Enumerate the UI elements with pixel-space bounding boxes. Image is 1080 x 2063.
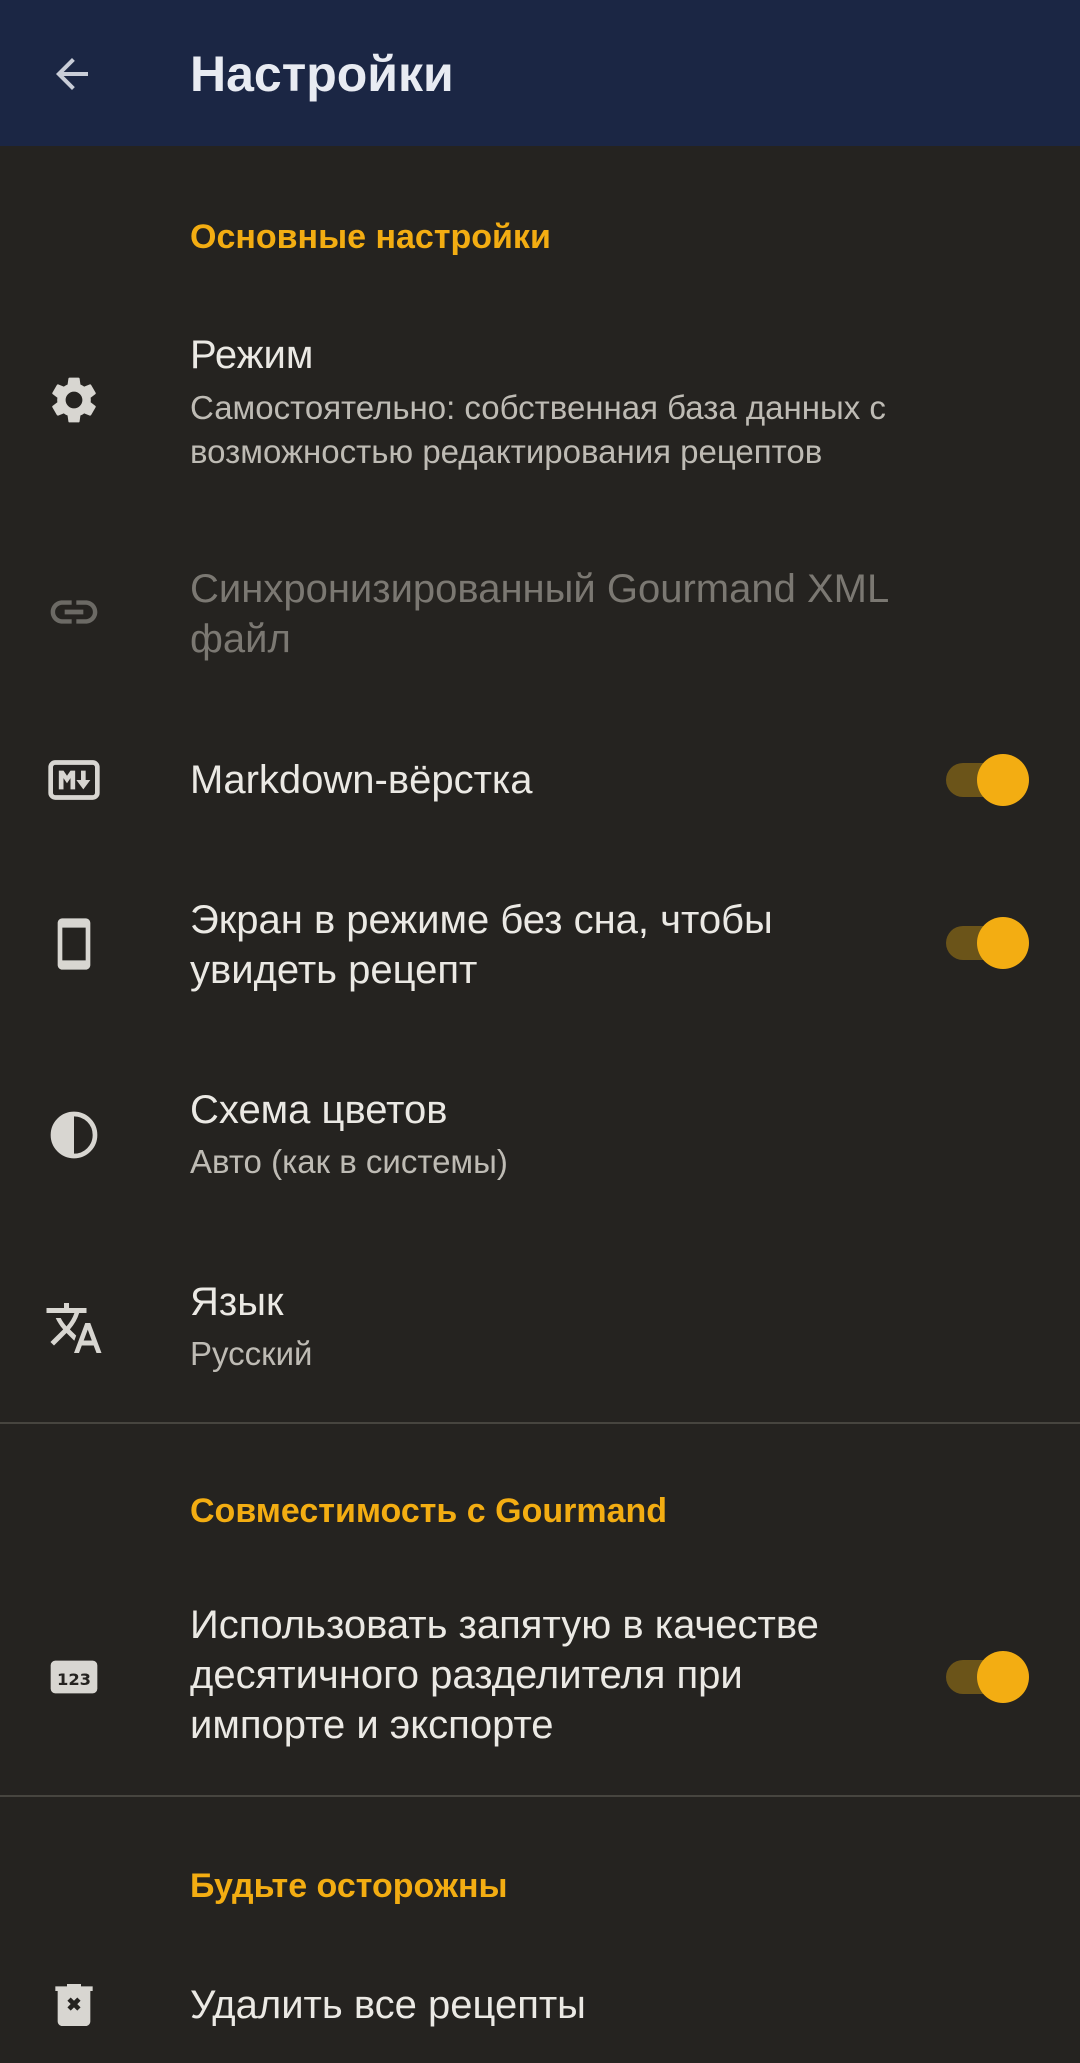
phone-icon <box>30 900 118 988</box>
markdown-switch[interactable] <box>940 745 1040 815</box>
section-divider <box>0 1422 1080 1424</box>
pref-mode-summary-line2: возможностью редактирования рецептов <box>190 433 823 470</box>
app-bar: Настройки <box>0 0 1080 146</box>
back-button[interactable] <box>30 32 114 116</box>
pref-sync-file: Синхронизированный Gourmand XML файл <box>0 540 1080 680</box>
decimal-comma-switch[interactable] <box>940 1642 1040 1712</box>
section-header-danger: Будьте осторожны <box>190 1867 508 1905</box>
pref-markdown-title: Markdown-вёрстка <box>190 758 533 802</box>
arrow-back-icon <box>56 58 88 90</box>
section-header-general: Основные настройки <box>190 218 551 256</box>
pref-decimal-title-line3: импорте и экспорте <box>190 1703 554 1747</box>
contrast-icon <box>30 1091 118 1179</box>
pref-language-summary: Русский <box>190 1335 313 1372</box>
pref-language[interactable]: Язык Русский <box>0 1262 1080 1392</box>
pref-sync-title-line1: Синхронизированный Gourmand XML <box>190 567 890 611</box>
link-icon <box>30 568 118 656</box>
keep-screen-on-switch[interactable] <box>940 908 1040 978</box>
pref-mode-summary-line1: Самостоятельно: собственная база данных … <box>190 389 886 426</box>
pref-decimal-title-line1: Использовать запятую в качестве <box>190 1603 819 1647</box>
numbers-123-icon: 123 <box>30 1633 118 1721</box>
pref-language-title: Язык <box>190 1280 284 1324</box>
pref-color-scheme-summary: Авто (как в системы) <box>190 1143 508 1180</box>
pref-delete-all-title: Удалить все рецепты <box>190 1983 586 2027</box>
switch-thumb <box>977 1651 1029 1703</box>
pref-screen-title-line1: Экран в режиме без сна, чтобы <box>190 898 773 942</box>
settings-screen: Настройки Основные настройки Режим Самос… <box>0 0 1080 2063</box>
numbers-123-icon-text: 123 <box>57 1670 91 1689</box>
translate-icon <box>30 1284 118 1372</box>
pref-color-scheme-title: Схема цветов <box>190 1088 448 1132</box>
delete-icon <box>30 1961 118 2049</box>
pref-keep-screen-on[interactable]: Экран в режиме без сна, чтобы увидеть ре… <box>0 880 1080 1010</box>
pref-mode[interactable]: Режим Самостоятельно: собственная база д… <box>0 300 1080 480</box>
section-divider <box>0 1795 1080 1797</box>
pref-markdown[interactable]: Markdown-вёрстка <box>0 730 1080 830</box>
page-title: Настройки <box>190 46 454 102</box>
markdown-icon <box>30 736 118 824</box>
section-header-compat: Совместимость с Gourmand <box>190 1492 668 1530</box>
pref-decimal-comma[interactable]: 123 Использовать запятую в качестве деся… <box>0 1600 1080 1755</box>
gear-icon <box>30 356 118 444</box>
switch-thumb <box>977 754 1029 806</box>
pref-delete-all-recipes[interactable]: Удалить все рецепты <box>0 1955 1080 2055</box>
pref-sync-title-line2: файл <box>190 617 291 661</box>
pref-decimal-title-line2: десятичного разделителя при <box>190 1653 743 1697</box>
pref-mode-title: Режим <box>190 333 314 377</box>
pref-color-scheme[interactable]: Схема цветов Авто (как в системы) <box>0 1070 1080 1200</box>
pref-screen-title-line2: увидеть рецепт <box>190 948 478 992</box>
switch-thumb <box>977 917 1029 969</box>
